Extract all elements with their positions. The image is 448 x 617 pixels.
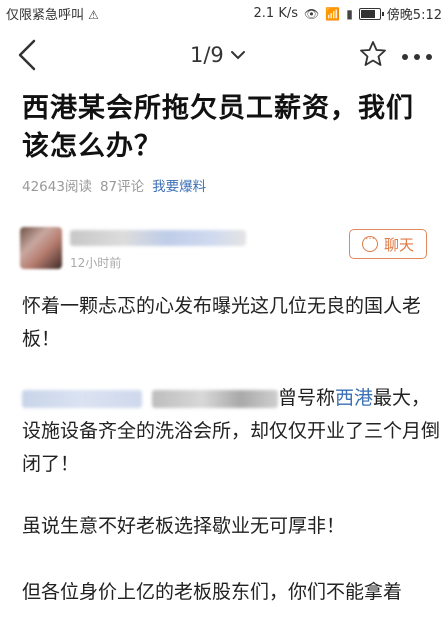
nav-bar: 1/9 <box>0 26 448 86</box>
report-tip-link[interactable]: 我要爆料 <box>152 175 206 195</box>
network-speed: 2.1 K/s <box>253 6 298 21</box>
paragraph-2: 曾号称西港最大，设施设备齐全的洗浴会所，却仅仅开业了三个月倒闭了！ <box>22 382 440 481</box>
read-count: 42643阅读 <box>22 179 92 195</box>
chat-button[interactable]: 聊天 <box>349 229 427 259</box>
author-row: 12小时前 聊天 <box>20 224 430 274</box>
star-icon <box>360 41 386 66</box>
paragraph-4: 但各位身价上亿的老板股东们，你们不能拿着 <box>22 581 403 603</box>
comment-count[interactable]: 87评论 <box>100 175 144 195</box>
avatar[interactable] <box>20 227 62 269</box>
battery-fill <box>360 9 376 18</box>
chat-bubble-icon <box>361 231 378 252</box>
battery-icon <box>358 7 384 20</box>
article-title: 西港某会所拖欠员工薪资，我们该怎么办？ <box>22 93 414 162</box>
chevron-down-icon <box>230 51 245 60</box>
status-right: 2.1 K/s 👁 📶 ▮ 傍晚5:12 <box>254 4 442 23</box>
redacted-text <box>22 389 142 408</box>
status-left: 仅限紧急呼叫 ⚠ <box>6 4 99 23</box>
back-button[interactable] <box>14 38 44 72</box>
place-link[interactable]: 西港 <box>335 387 373 409</box>
favorite-button[interactable] <box>359 40 387 68</box>
signal-icon: ▮ <box>346 6 353 21</box>
wifi-icon: 📶 <box>325 6 341 21</box>
more-button[interactable] <box>400 48 434 60</box>
post-time: 12小时前 <box>70 256 122 270</box>
paragraph-2-before: 曾号称 <box>278 387 336 409</box>
status-bar: 仅限紧急呼叫 ⚠ 2.1 K/s 👁 📶 ▮ 傍晚5:12 <box>0 0 448 26</box>
redacted-text <box>152 389 278 408</box>
author-name-redacted[interactable] <box>70 230 246 246</box>
paragraph-3: 虽说生意不好老板选择歇业无可厚非！ <box>22 515 346 537</box>
clock: 傍晚5:12 <box>386 8 442 23</box>
paragraph-1: 怀着一颗忐忑的心发布曝光这几位无良的国人老板！ <box>22 295 422 350</box>
article-meta: 42643阅读 87评论 我要爆料 <box>22 175 206 195</box>
page-indicator-button[interactable]: 1/9 <box>190 43 246 67</box>
back-arrow-icon <box>18 39 36 71</box>
warning-icon: ⚠ <box>88 8 99 22</box>
chat-button-label: 聊天 <box>383 235 414 254</box>
eye-icon: 👁 <box>304 6 320 21</box>
emergency-calls-text: 仅限紧急呼叫 <box>6 8 85 23</box>
page-indicator: 1/9 <box>190 43 224 67</box>
more-icon <box>402 54 432 60</box>
